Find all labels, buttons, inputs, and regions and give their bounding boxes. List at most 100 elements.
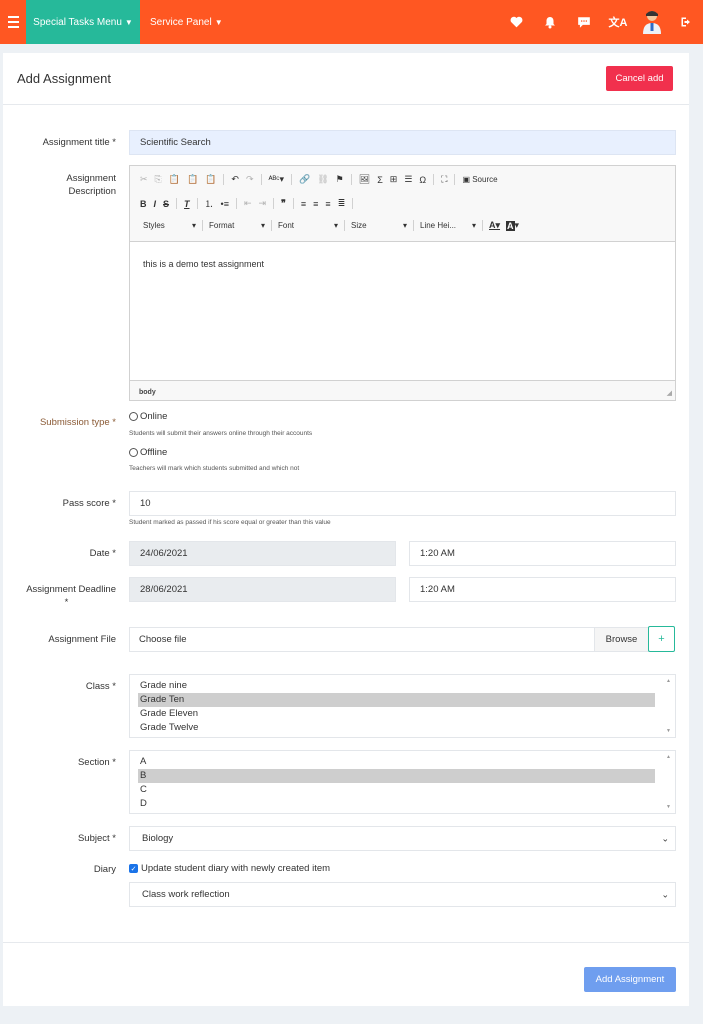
file-input[interactable]: Choose file Browse [129,627,649,652]
offline-help-text: Teachers will mark which students submit… [129,465,300,472]
toolbar-separator [176,198,178,209]
service-panel-menu[interactable]: Service Panel ▼ [140,0,223,44]
align-left-icon[interactable]: ≡ [301,199,306,209]
paste-word-icon[interactable]: 📋 [205,174,216,185]
resize-handle-icon[interactable]: ◢ [667,389,672,397]
horizontal-line-icon[interactable]: ☰ [404,174,412,185]
editor-element-path[interactable]: body [139,389,156,396]
cancel-add-button[interactable]: Cancel add [606,66,673,91]
scroll-down-icon[interactable]: ▼ [666,804,671,810]
chat-icon[interactable] [567,0,601,44]
format-combo[interactable]: Format ▾ [209,221,265,230]
font-combo[interactable]: Font ▾ [278,221,338,230]
user-avatar[interactable] [635,0,669,44]
copy-icon[interactable]: ⎘ [155,174,162,185]
diary-type-select[interactable]: Class work reflection ⌄ [129,882,676,907]
special-tasks-menu[interactable]: Special Tasks Menu ▼ [26,0,140,44]
scroll-up-icon[interactable]: ▲ [666,678,671,684]
section-option-selected[interactable]: B [138,769,655,783]
italic-icon[interactable]: I [154,199,157,209]
submission-type-label: Submission type * [39,417,116,428]
align-right-icon[interactable]: ≡ [325,199,330,209]
paste-icon[interactable]: 📋 [169,174,180,185]
numbered-list-icon[interactable]: ⒈ [205,197,214,210]
browse-button[interactable]: Browse [594,628,648,651]
paste-text-icon[interactable]: 📋 [187,174,198,185]
increase-indent-icon[interactable]: ⇥ [259,198,267,209]
add-file-button[interactable]: + [648,626,675,652]
table-icon[interactable]: ⊞ [390,174,398,185]
unlink-icon[interactable]: ⛓ [317,174,328,185]
section-option[interactable]: D [138,797,655,811]
blockquote-icon[interactable]: ❞ [281,198,286,209]
diary-label: Diary [93,864,116,875]
section-listbox[interactable]: A B C D ▲ ▼ [129,750,676,814]
choose-file-text: Choose file [139,634,187,645]
line-height-combo[interactable]: Line Hei... ▾ [420,221,476,230]
editor-toolbar-row-1: ✂ ⎘ 📋 📋 📋 ↶ ↷ ᴬᴮᶜ▾ 🔗 ⛓ ⚑ 🖼 Σ ⊞ ☰ Ω ⛶ ▣ S… [140,174,498,185]
section-option[interactable]: C [138,783,655,797]
align-center-icon[interactable]: ≡ [313,199,318,209]
class-option[interactable]: Grade nine [138,679,655,693]
service-panel-label: Service Panel [150,16,212,28]
image-icon[interactable]: 🖼 [359,174,370,185]
editor-toolbar-row-3: Styles ▾ Format ▾ Font ▾ Size ▾ Line Hei... ▾… [140,220,519,231]
class-option[interactable]: Grade Eleven [138,707,655,721]
toolbar-separator [202,220,203,231]
background-color-icon[interactable]: A [506,220,515,231]
assignment-title-input[interactable]: Scientific Search [129,130,676,155]
format-combo-label: Format [209,221,235,230]
class-listbox[interactable]: Grade nine Grade Ten Grade Eleven Grade … [129,674,676,738]
remove-format-icon[interactable]: T [184,199,190,209]
align-justify-icon[interactable]: ≣ [338,198,346,209]
anchor-flag-icon[interactable]: ⚑ [336,174,344,185]
cut-icon[interactable]: ✂ [140,174,148,185]
scroll-up-icon[interactable]: ▲ [666,754,671,760]
hamburger-menu-icon[interactable] [0,0,26,44]
class-option-selected[interactable]: Grade Ten [138,693,655,707]
online-help-text: Students will submit their answers onlin… [129,430,313,437]
maximize-icon[interactable]: ⛶ [441,174,447,185]
translate-icon[interactable]: 文A [601,0,635,44]
omega-icon[interactable]: Ω [419,175,426,185]
sigma-icon[interactable]: Σ [377,175,383,185]
subject-select[interactable]: Biology ⌄ [129,826,676,851]
undo-icon[interactable]: ↶ [231,174,239,185]
decrease-indent-icon[interactable]: ⇤ [244,198,252,209]
online-radio-label: Online [140,411,168,422]
offline-radio[interactable] [129,448,138,457]
pass-score-input[interactable]: 10 [129,491,676,516]
spellcheck-icon[interactable]: ᴬᴮᶜ▾ [269,174,285,185]
class-option[interactable]: Grade Twelve [138,721,655,735]
bullet-list-icon[interactable]: •≡ [221,199,229,209]
heart-icon[interactable] [499,0,533,44]
source-button[interactable]: ▣ Source [462,175,497,184]
size-combo[interactable]: Size ▾ [351,221,407,230]
editor-toolbar-row-2: B I S T ⒈ •≡ ⇤ ⇥ ❞ ≡ ≡ ≡ ≣ [140,197,354,210]
update-diary-checkbox[interactable]: ✓ [129,864,138,873]
chevron-down-icon: ▾ [191,221,196,230]
logout-icon[interactable] [669,0,703,44]
text-color-icon[interactable]: A▾ [489,220,500,231]
offline-radio-option[interactable]: Offline [129,447,167,458]
footer-divider [3,942,689,943]
editor-content-area[interactable]: this is a demo test assignment [130,241,675,381]
online-radio[interactable] [129,412,138,421]
link-icon[interactable]: 🔗 [299,174,310,185]
redo-icon[interactable]: ↷ [246,174,254,185]
deadline-time-input[interactable]: 1:20 AM [409,577,676,602]
bell-icon[interactable] [533,0,567,44]
assignment-deadline-label: Assignment Deadline * [3,583,116,609]
add-assignment-button[interactable]: Add Assignment [584,967,676,992]
bold-icon[interactable]: B [140,199,147,209]
update-diary-checkbox-row[interactable]: ✓ Update student diary with newly create… [129,863,330,874]
deadline-date-input[interactable]: 28/06/2021 [129,577,396,602]
date-input[interactable]: 24/06/2021 [129,541,396,566]
font-combo-label: Font [278,221,295,230]
date-time-input[interactable]: 1:20 AM [409,541,676,566]
online-radio-option[interactable]: Online [129,411,167,422]
section-option[interactable]: A [138,755,655,769]
scroll-down-icon[interactable]: ▼ [666,728,671,734]
styles-combo[interactable]: Styles ▾ [140,221,196,230]
strikethrough-icon[interactable]: S [163,199,169,209]
